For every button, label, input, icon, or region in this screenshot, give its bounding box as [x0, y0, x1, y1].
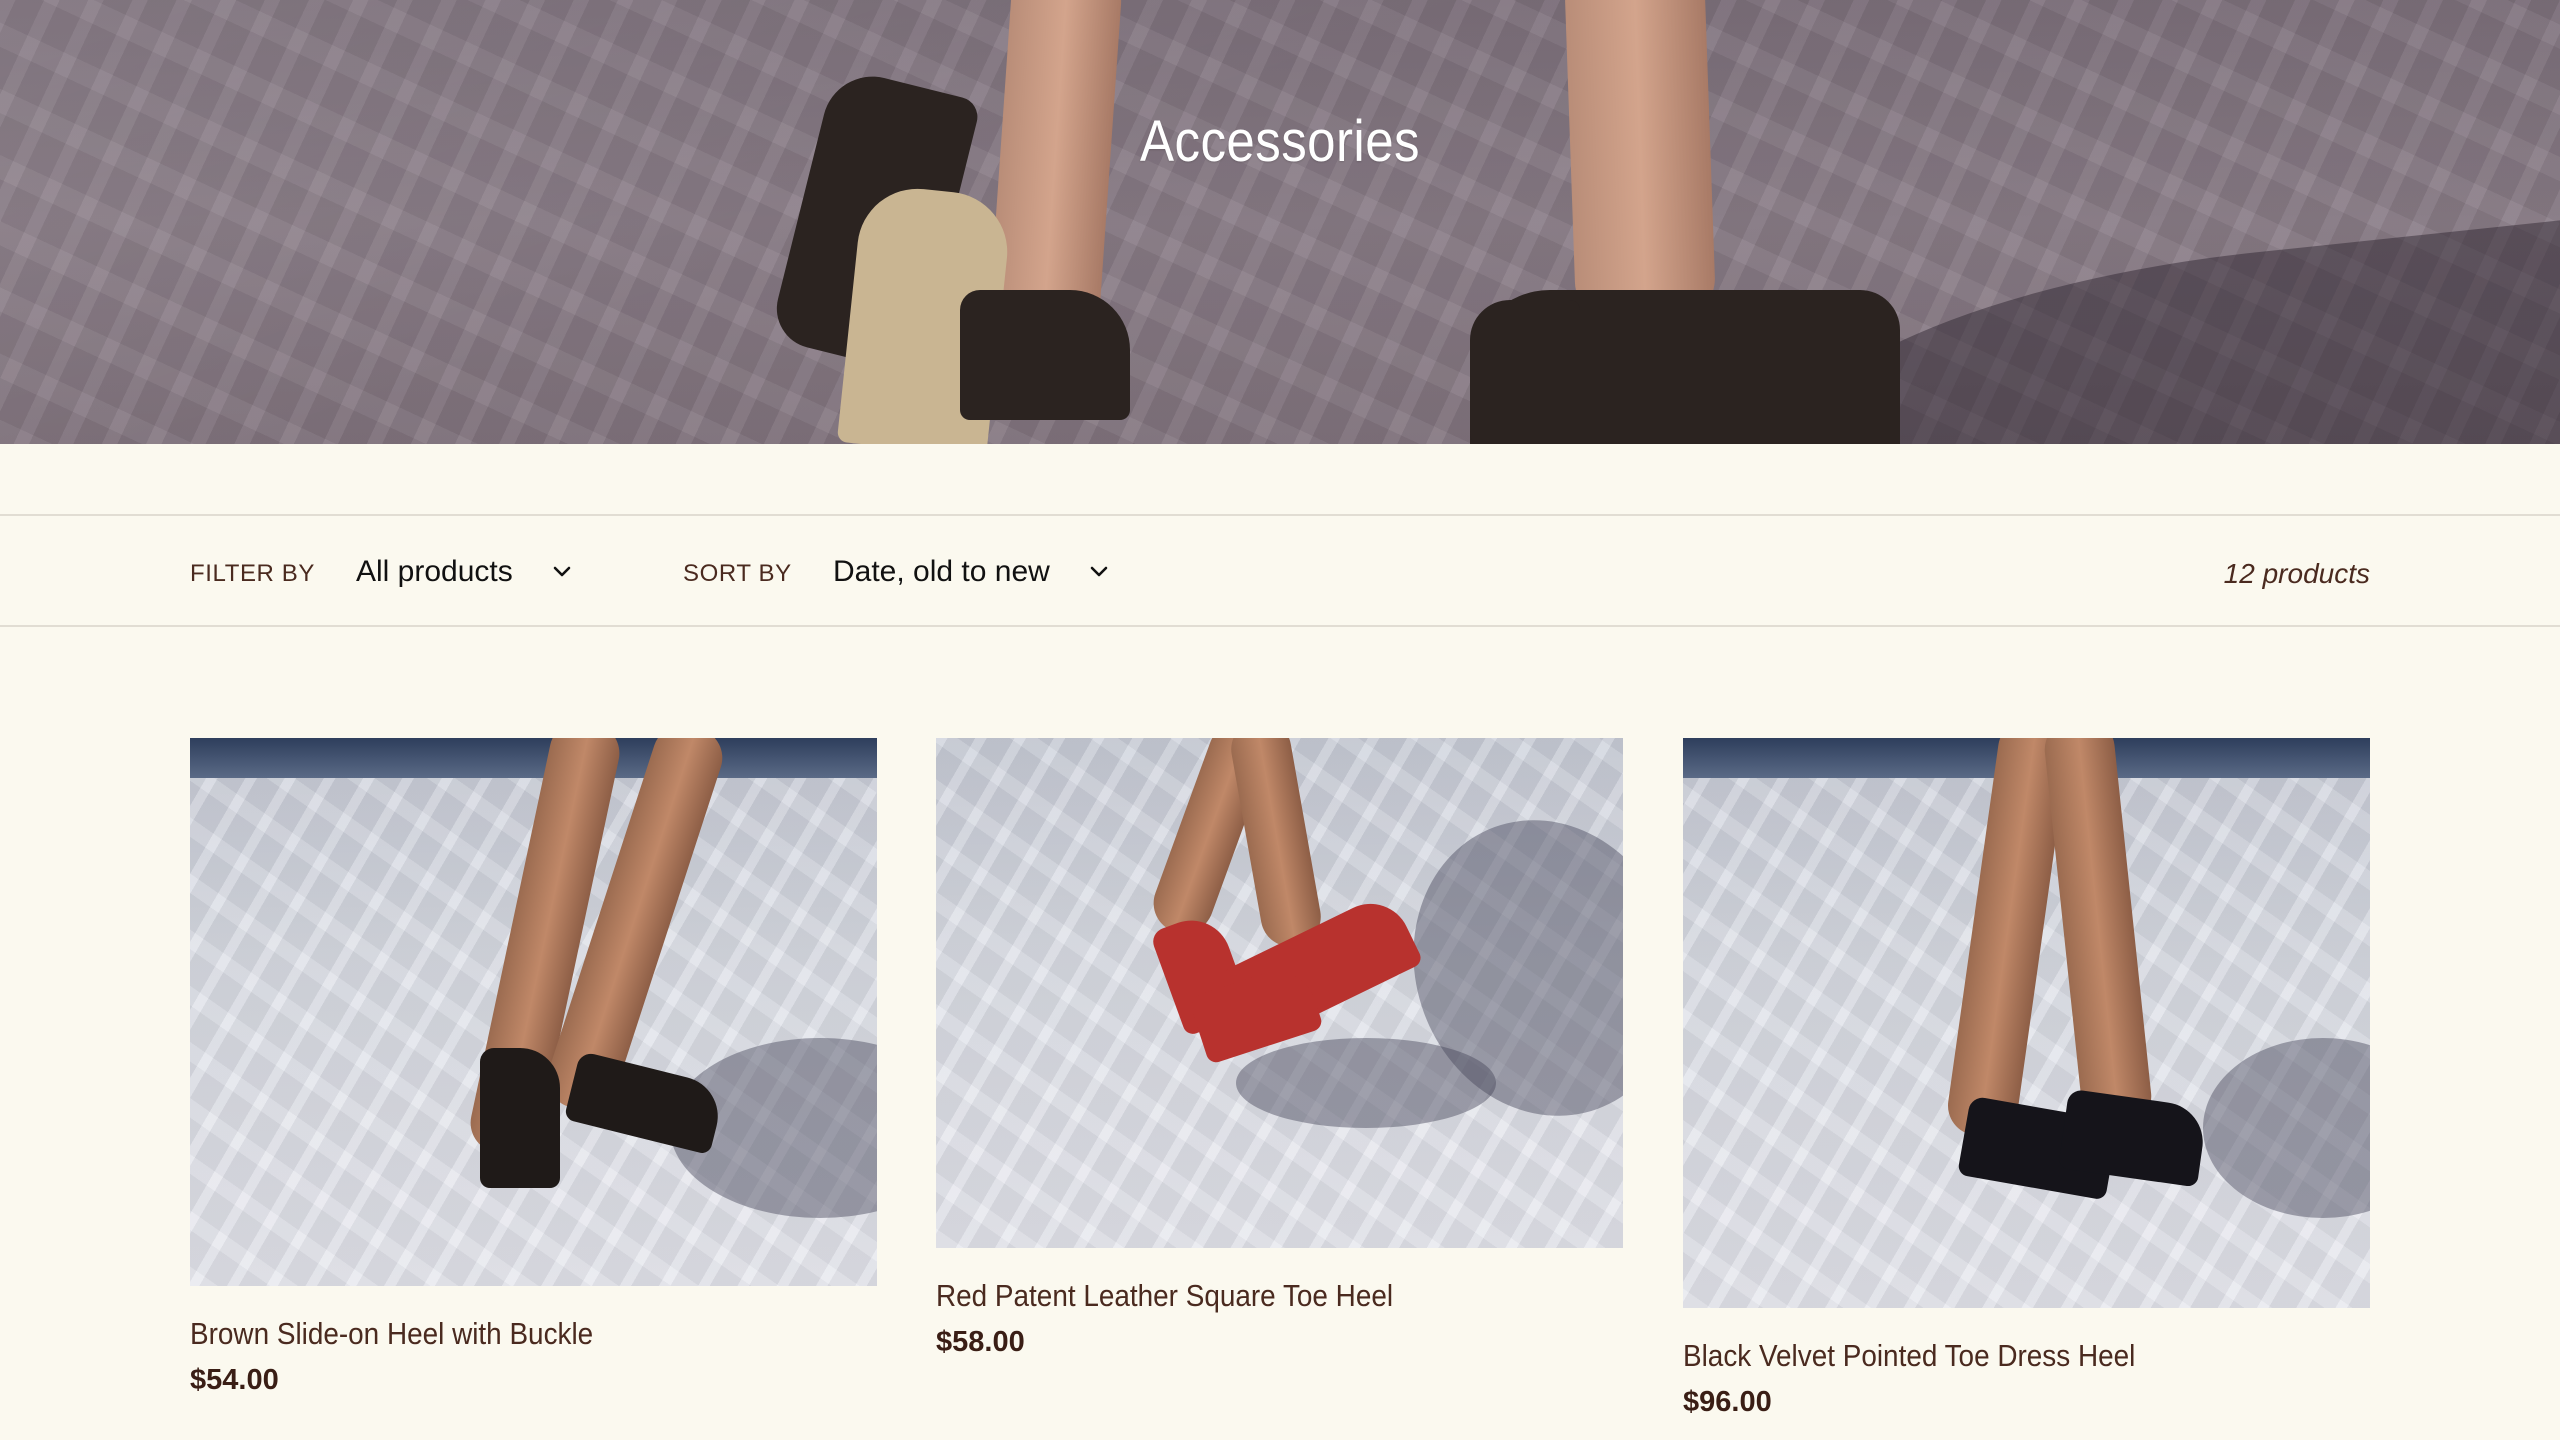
- product-count: 12 products: [2223, 558, 2370, 589]
- product-card[interactable]: Black Velvet Pointed Toe Dress Heel $96.…: [1683, 738, 2370, 1419]
- product-card[interactable]: Red Patent Leather Square Toe Heel $58.0…: [936, 738, 1623, 1359]
- image-sky: [190, 738, 877, 778]
- chevron-down-icon: [1090, 566, 1108, 577]
- filter-select-value: All products: [356, 555, 513, 588]
- image-shadow: [1236, 1038, 1496, 1128]
- image-shadow: [2203, 1038, 2370, 1218]
- collection-title: Accessories: [1140, 109, 1420, 174]
- product-card[interactable]: Brown Slide-on Heel with Buckle $54.00: [190, 738, 877, 1397]
- hero-shoe-right-heel: [1470, 300, 1580, 444]
- sort-by-label: SORT BY: [683, 560, 792, 587]
- product-title[interactable]: Black Velvet Pointed Toe Dress Heel: [1683, 1338, 2301, 1374]
- sort-select[interactable]: Date, old to new: [833, 552, 1123, 592]
- filter-select[interactable]: All products: [356, 552, 576, 592]
- sort-select-value: Date, old to new: [833, 555, 1050, 588]
- product-price: $58.00: [936, 1326, 1025, 1358]
- product-price: $54.00: [190, 1364, 279, 1396]
- filter-sort-bar: FILTER BY All products SORT BY Date, old…: [0, 514, 2560, 627]
- product-price: $96.00: [1683, 1386, 1772, 1418]
- image-leg: [1226, 738, 1326, 952]
- image-shoe: [563, 1050, 727, 1156]
- chevron-down-icon: [553, 566, 571, 577]
- product-image[interactable]: [1683, 738, 2370, 1308]
- image-leg: [2041, 738, 2155, 1131]
- image-shoe: [480, 1048, 560, 1188]
- product-title[interactable]: Red Patent Leather Square Toe Heel: [936, 1278, 1554, 1314]
- collection-hero-banner: Accessories: [0, 0, 2560, 444]
- product-image[interactable]: [190, 738, 877, 1286]
- product-image[interactable]: [936, 738, 1623, 1248]
- filter-by-label: FILTER BY: [190, 560, 315, 587]
- hero-shoe-strap: [960, 290, 1130, 420]
- product-title[interactable]: Brown Slide-on Heel with Buckle: [190, 1316, 808, 1352]
